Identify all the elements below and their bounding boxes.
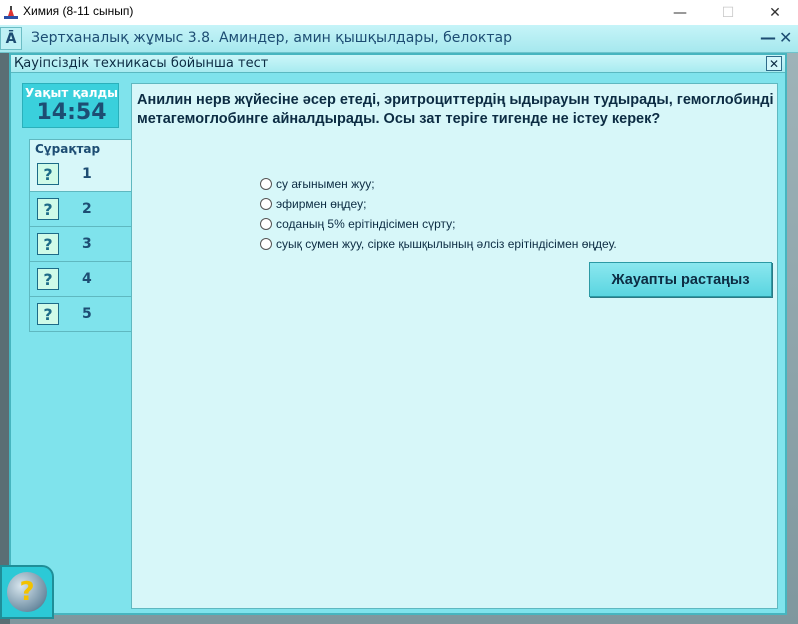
app-icon: [4, 6, 18, 19]
answer-label: эфирмен өңдеу;: [276, 197, 367, 211]
help-question-icon: ?: [7, 572, 47, 612]
question-mark-icon: ?: [37, 198, 59, 220]
question-number: 5: [82, 306, 92, 322]
confirm-answer-button[interactable]: Жауапты растаңыз: [589, 262, 772, 297]
dialog-title: Қауіпсіздік техникасы бойынша тест: [14, 56, 269, 71]
answer-label: су ағынымен жуу;: [276, 177, 375, 191]
question-item-2[interactable]: ? 2: [29, 192, 132, 227]
question-number: 1: [82, 166, 92, 182]
questions-tab: Сұрақтар: [29, 139, 132, 158]
radio-button[interactable]: [260, 218, 272, 230]
answer-label: суық сумен жуу, сірке қышқылының әлсіз е…: [276, 237, 617, 251]
radio-button[interactable]: [260, 198, 272, 210]
radio-button[interactable]: [260, 178, 272, 190]
app-close-button[interactable]: ✕: [779, 28, 792, 47]
question-item-3[interactable]: ? 3: [29, 227, 132, 262]
answer-option-3[interactable]: соданың 5% ерітіндісімен сүрту;: [260, 214, 617, 234]
app-header: Ā Зертханалық жұмыс 3.8. Аминдер, амин қ…: [0, 25, 798, 53]
answer-option-4[interactable]: суық сумен жуу, сірке қышқылының әлсіз е…: [260, 234, 617, 254]
question-mark-icon: ?: [37, 233, 59, 255]
help-button[interactable]: ?: [0, 565, 54, 619]
questions-tab-label: Сұрақтар: [35, 142, 101, 156]
timer-box: Уақыт қалды 14:54: [22, 83, 119, 128]
question-list: ? 1 ? 2 ? 3 ? 4 ? 5: [29, 157, 133, 332]
minimize-button[interactable]: —: [657, 0, 703, 25]
question-number: 3: [82, 236, 92, 252]
timer-value: 14:54: [36, 100, 107, 125]
collapse-icon[interactable]: Ā: [0, 27, 22, 50]
lab-title: Зертханалық жұмыс 3.8. Аминдер, амин қыш…: [31, 30, 512, 46]
question-mark-icon: ?: [37, 268, 59, 290]
question-item-1[interactable]: ? 1: [29, 157, 133, 192]
radio-button[interactable]: [260, 238, 272, 250]
dialog-titlebar: Қауіпсіздік техникасы бойынша тест ✕: [11, 55, 785, 73]
question-number: 4: [82, 271, 92, 287]
app-minimize-button[interactable]: —: [760, 28, 776, 47]
timer-label: Уақыт қалды: [24, 86, 119, 100]
question-number: 2: [82, 201, 92, 217]
question-item-4[interactable]: ? 4: [29, 262, 132, 297]
test-dialog: Қауіпсіздік техникасы бойынша тест ✕ Уақ…: [9, 53, 787, 615]
question-mark-icon: ?: [37, 303, 59, 325]
answer-option-1[interactable]: су ағынымен жуу;: [260, 174, 617, 194]
question-mark-icon: ?: [37, 163, 59, 185]
answer-label: соданың 5% ерітіндісімен сүрту;: [276, 217, 456, 231]
close-button[interactable]: ✕: [752, 0, 798, 25]
window-title: Химия (8-11 сынып): [23, 4, 134, 18]
answer-option-2[interactable]: эфирмен өңдеу;: [260, 194, 617, 214]
maximize-button[interactable]: ☐: [705, 0, 751, 25]
question-item-5[interactable]: ? 5: [29, 297, 132, 332]
question-panel: Анилин нерв жүйесіне әсер етеді, эритроц…: [131, 83, 778, 609]
answer-options: су ағынымен жуу; эфирмен өңдеу; соданың …: [260, 174, 617, 254]
window-titlebar: Химия (8-11 сынып) — ☐ ✕: [0, 0, 798, 25]
dialog-close-button[interactable]: ✕: [766, 56, 782, 71]
question-text: Анилин нерв жүйесіне әсер етеді, эритроц…: [137, 92, 774, 127]
